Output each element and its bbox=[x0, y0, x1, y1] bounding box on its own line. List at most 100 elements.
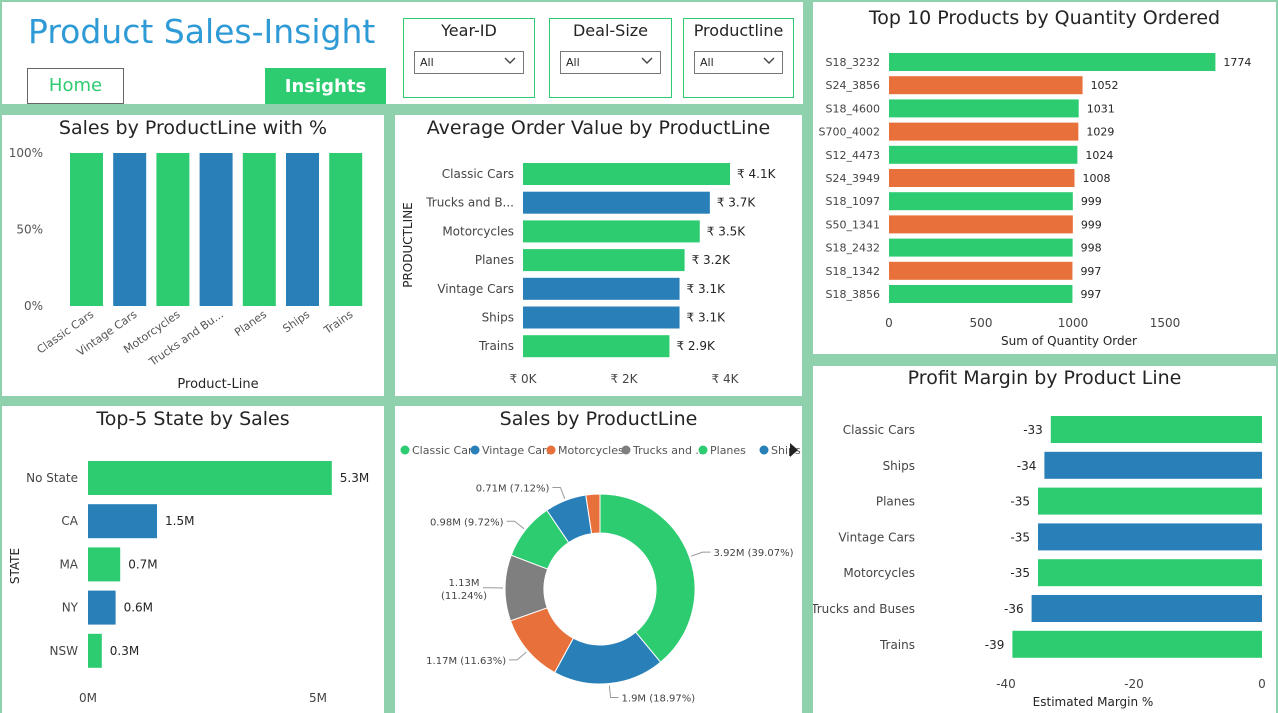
donut-slice bbox=[599, 493, 696, 663]
data-label: ₹ 3.1K bbox=[687, 311, 727, 325]
x-axis-title: Estimated Margin % bbox=[1033, 695, 1154, 709]
productline-dropdown-value: All bbox=[700, 56, 714, 69]
data-label: 1024 bbox=[1085, 149, 1113, 162]
bar bbox=[88, 547, 121, 582]
y-tick-label: Vintage Cars bbox=[437, 282, 514, 296]
home-button[interactable]: Home bbox=[27, 68, 124, 104]
bar bbox=[286, 153, 319, 306]
sales-pct-panel: Sales by ProductLine with % 0% 50% 100% Cla… bbox=[2, 115, 384, 396]
state-chart: STATE No State 5.3M CA 1.5M MA 0.7M NY 0.6M NSW 0.… bbox=[8, 461, 369, 705]
data-label: (11.24%) bbox=[441, 591, 487, 602]
x-tick-label: ₹ 0K bbox=[510, 372, 538, 386]
y-axis-title: PRODUCTLINE bbox=[401, 202, 415, 288]
data-label: 1.13M bbox=[449, 578, 480, 589]
bar bbox=[889, 169, 1075, 187]
y-tick-label: Trucks and B... bbox=[425, 196, 514, 210]
y-tick-label: S50_1341 bbox=[826, 218, 880, 231]
data-label: 1008 bbox=[1082, 172, 1110, 185]
donut-chart: Classic Cars Vintage Cars Motorcycles Truck… bbox=[400, 443, 801, 704]
x-tick-label: Trucks and Bu... bbox=[146, 308, 226, 369]
x-tick-label: -20 bbox=[1124, 677, 1144, 691]
bar bbox=[1031, 595, 1262, 622]
bar bbox=[889, 261, 1073, 280]
data-label: 999 bbox=[1081, 218, 1102, 231]
x-tick-label: 1000 bbox=[1058, 316, 1089, 330]
data-label: 0.98M (9.72%) bbox=[430, 517, 504, 528]
y-tick-label: No State bbox=[26, 471, 78, 485]
bar bbox=[889, 76, 1083, 95]
leader-line bbox=[552, 486, 566, 499]
data-label: -33 bbox=[1023, 423, 1043, 437]
y-tick-label: S18_1097 bbox=[826, 195, 880, 208]
data-label: -35 bbox=[1010, 566, 1030, 580]
legend-marker bbox=[759, 445, 769, 455]
year-slicer: Year-ID All bbox=[403, 18, 535, 98]
data-label: 997 bbox=[1080, 288, 1101, 301]
x-tick-label: 5M bbox=[309, 691, 327, 705]
y-tick-label: 100% bbox=[9, 146, 43, 160]
bar bbox=[88, 633, 102, 668]
y-tick-label: Ships bbox=[482, 311, 514, 325]
y-tick-label: Motorcycles bbox=[442, 224, 514, 238]
chevron-down-icon bbox=[641, 57, 653, 64]
chevron-down-icon bbox=[504, 57, 516, 64]
data-label: -35 bbox=[1010, 495, 1030, 509]
legend-marker bbox=[400, 445, 410, 455]
legend-label: Vintage Cars bbox=[482, 444, 553, 457]
y-tick-label: S18_3856 bbox=[826, 288, 880, 301]
y-tick-label: Ships bbox=[883, 459, 915, 473]
y-tick-label: Trains bbox=[478, 339, 514, 353]
insights-button[interactable]: Insights bbox=[265, 68, 386, 104]
year-dropdown[interactable]: All bbox=[414, 51, 524, 74]
legend-marker bbox=[698, 445, 708, 455]
leader-line bbox=[691, 551, 711, 557]
bar bbox=[1038, 559, 1262, 587]
data-label: 0.3M bbox=[110, 644, 139, 658]
bar bbox=[1050, 416, 1262, 443]
legend-label: Trucks and ... bbox=[632, 444, 706, 457]
bar bbox=[889, 122, 1079, 141]
x-axis-title: Sum of Quantity Order bbox=[1001, 334, 1137, 348]
productline-dropdown[interactable]: All bbox=[694, 51, 783, 74]
deal-size-dropdown-value: All bbox=[566, 56, 580, 69]
data-label: -39 bbox=[985, 638, 1005, 652]
y-tick-label: S24_3949 bbox=[826, 172, 880, 185]
aov-panel: Average Order Value by ProductLine PRODU… bbox=[395, 115, 802, 396]
y-tick-label: S18_3232 bbox=[826, 56, 880, 69]
y-tick-label: Planes bbox=[475, 253, 514, 267]
bar bbox=[1044, 451, 1262, 479]
data-label: 1774 bbox=[1223, 56, 1251, 69]
leader-line bbox=[509, 651, 527, 661]
top10-panel: Top 10 Products by Quantity Ordered S18_… bbox=[813, 2, 1276, 354]
y-tick-label: S18_1342 bbox=[826, 265, 880, 278]
bar bbox=[889, 145, 1078, 164]
bar bbox=[889, 192, 1073, 211]
bar bbox=[88, 590, 116, 625]
data-label: 1.5M bbox=[165, 514, 194, 528]
y-tick-label: 50% bbox=[16, 223, 43, 237]
bar bbox=[889, 285, 1073, 303]
bar bbox=[523, 163, 731, 185]
legend-label: Planes bbox=[710, 444, 746, 457]
data-label: 998 bbox=[1081, 242, 1102, 255]
x-tick-label: ₹ 2K bbox=[611, 372, 639, 386]
y-tick-label: 0% bbox=[24, 299, 43, 313]
y-tick-label: MA bbox=[59, 557, 78, 571]
bar bbox=[113, 153, 147, 306]
bar bbox=[70, 153, 103, 306]
deal-size-dropdown[interactable]: All bbox=[560, 51, 661, 74]
bar bbox=[889, 238, 1073, 257]
y-tick-label: S700_4002 bbox=[819, 126, 880, 139]
y-tick-label: CA bbox=[61, 514, 78, 528]
bar bbox=[1012, 630, 1262, 658]
y-tick-label: S18_4600 bbox=[826, 102, 880, 115]
x-tick-label: 0 bbox=[885, 316, 893, 330]
legend-marker bbox=[621, 445, 631, 455]
x-tick-label: Planes bbox=[232, 308, 269, 339]
productline-slicer: Productline All bbox=[683, 18, 794, 98]
y-axis-title: STATE bbox=[8, 548, 22, 584]
bar bbox=[889, 99, 1079, 118]
year-slicer-title: Year-ID bbox=[441, 21, 497, 40]
data-label: -36 bbox=[1004, 602, 1024, 616]
x-tick-label: 500 bbox=[970, 316, 993, 330]
